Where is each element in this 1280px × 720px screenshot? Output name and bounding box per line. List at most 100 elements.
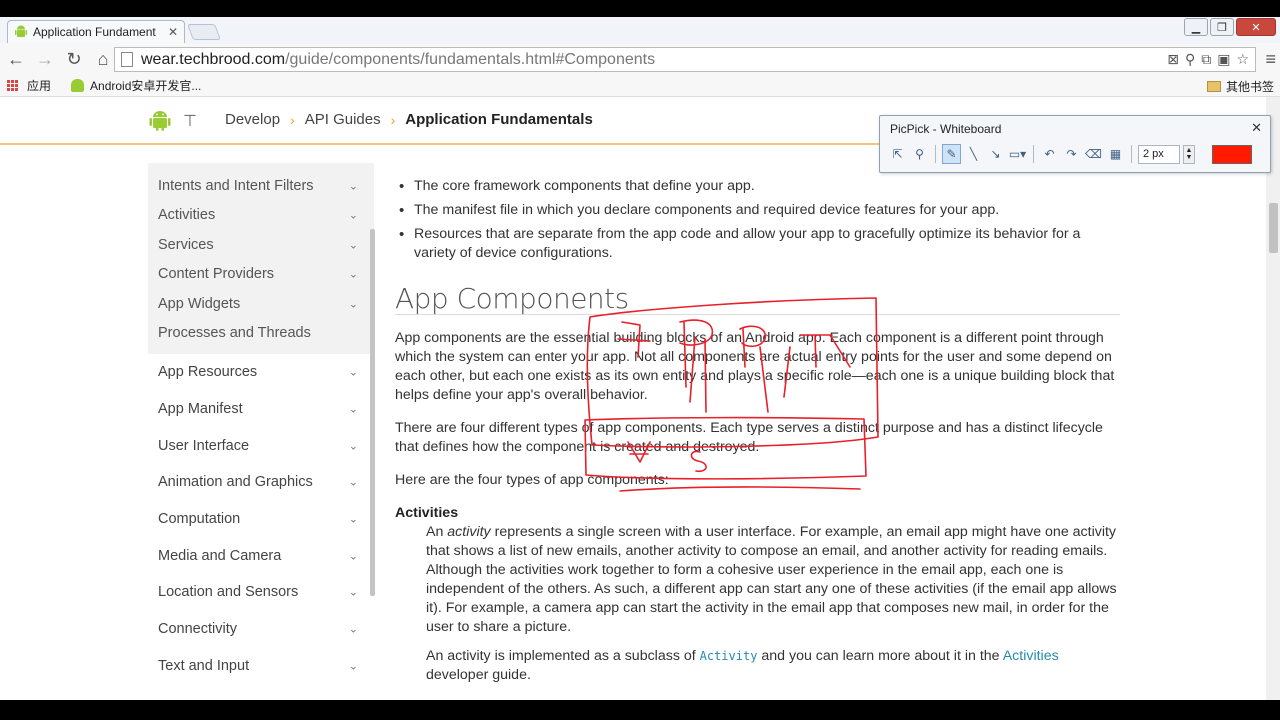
sidebar-item-content-providers[interactable]: Content Providers ⌄ — [148, 260, 374, 290]
forward-icon[interactable]: → — [32, 46, 58, 72]
star-icon[interactable]: ☆ — [1236, 51, 1249, 68]
sidebar-scrollbar[interactable] — [370, 229, 375, 596]
apps-grid-icon — [7, 79, 19, 92]
chevron-down-icon[interactable]: ⌄ — [349, 297, 358, 310]
nav-group-components: Intents and Intent Filters ⌄ Activities ⌄ … — [148, 163, 374, 354]
sidebar-item-location-sensors[interactable]: Location and Sensors ⌄ — [148, 574, 374, 611]
address-bar[interactable]: wear.techbrood.com/guide/components/fund… — [114, 47, 1256, 72]
chevron-down-icon[interactable]: ⌄ — [349, 439, 358, 452]
browser-toolbar: ← → ↻ ⌂ wear.techbrood.com/guide/compone… — [0, 43, 1280, 75]
sidebar-item-app-manifest[interactable]: App Manifest ⌄ — [148, 391, 374, 428]
chevron-down-icon[interactable]: ⌄ — [349, 659, 358, 672]
eraser-icon[interactable]: ⌫ — [1084, 144, 1103, 164]
page-scrollbar[interactable] — [1266, 97, 1280, 700]
line-width-spinner[interactable]: ▲ ▼ — [1183, 144, 1195, 164]
sidebar-item-media-camera[interactable]: Media and Camera ⌄ — [148, 537, 374, 574]
paragraph: An activity represents a single screen w… — [426, 523, 1120, 637]
sidebar-item-activities[interactable]: Activities ⌄ — [148, 201, 374, 231]
list-item: Resources that are separate from the app… — [395, 225, 1120, 263]
maximize-button[interactable]: ❐ — [1210, 18, 1234, 36]
chevron-down-icon[interactable]: ⌄ — [349, 623, 358, 636]
sidebar-item-processes-threads[interactable]: Processes and Threads — [148, 319, 374, 349]
other-bookmarks-label: 其他书签 — [1225, 80, 1274, 94]
separator — [935, 145, 936, 163]
sidebar-item-computation[interactable]: Computation ⌄ — [148, 501, 374, 538]
bookmark-android[interactable]: Android安卓开发官... — [71, 77, 201, 94]
sidebar-item-label: Connectivity — [158, 621, 237, 638]
rectangle-icon[interactable]: ▭▾ — [1008, 144, 1027, 164]
picpick-title: PicPick - Whiteboard — [890, 122, 1002, 136]
close-window-button[interactable]: ✕ — [1236, 18, 1276, 36]
redo-icon[interactable]: ↷ — [1062, 144, 1081, 164]
text-span: and you can learn more about it in the — [757, 648, 1003, 664]
chevron-down-icon[interactable]: ⌄ — [349, 513, 358, 526]
picpick-tools: ⇱ ⚲ ✎ ╲ ↘ ▭▾ ↶ ↷ ⌫ ▦ 2 px ▲ ▼ — [888, 144, 1252, 164]
blocked-icon[interactable]: ⊠ — [1167, 51, 1179, 68]
sidebar-item-label: App Manifest — [158, 401, 243, 418]
extension-icon[interactable]: ▣ — [1217, 51, 1230, 68]
tab-title: Application Fundament — [33, 25, 156, 39]
undo-icon[interactable]: ↶ — [1040, 144, 1059, 164]
chevron-down-icon[interactable]: ⌄ — [349, 403, 358, 416]
sidebar-item-app-resources[interactable]: App Resources ⌄ — [148, 354, 374, 391]
activities-guide-link[interactable]: Activities — [1003, 648, 1059, 664]
line-icon[interactable]: ╲ — [964, 144, 983, 164]
sidebar-item-connectivity[interactable]: Connectivity ⌄ — [148, 611, 374, 648]
color-swatch[interactable] — [1212, 144, 1252, 164]
chevron-down-icon[interactable]: ⌄ — [349, 476, 358, 489]
bookmark-apps[interactable]: 应用 — [7, 77, 51, 94]
sidebar-item-user-interface[interactable]: User Interface ⌄ — [148, 427, 374, 464]
chevron-down-icon[interactable]: ⌄ — [349, 586, 358, 599]
translate-icon[interactable]: ⧉ — [1201, 51, 1211, 68]
close-icon[interactable]: ✕ — [1251, 120, 1262, 136]
line-width-input[interactable]: 2 px — [1138, 144, 1180, 164]
sidebar-item-label: Intents and Intent Filters — [158, 177, 314, 194]
bookmark-label: 应用 — [27, 79, 52, 93]
breadcrumb-api-guides[interactable]: API Guides — [305, 111, 381, 128]
chevron-right-icon: › — [290, 111, 295, 128]
section-heading: App Components — [395, 285, 1120, 315]
sidebar-item-label: User Interface — [158, 437, 250, 454]
android-logo-icon[interactable] — [148, 108, 172, 132]
sidebar-item-services[interactable]: Services ⌄ — [148, 230, 374, 260]
paragraph: Here are the four types of app component… — [395, 472, 669, 488]
browser-tab[interactable]: Application Fundament ✕ — [7, 20, 185, 43]
sidebar-item-label: Activities — [158, 207, 216, 224]
chevron-down-icon[interactable]: ⌄ — [349, 238, 358, 251]
new-tab-button[interactable] — [187, 24, 221, 40]
minimize-button[interactable]: ▁ — [1184, 18, 1208, 36]
sidebar-item-text-input[interactable]: Text and Input ⌄ — [148, 648, 374, 685]
breadcrumb-current: Application Fundamentals — [405, 111, 593, 128]
breadcrumb-develop[interactable]: Develop — [225, 111, 280, 128]
other-bookmarks[interactable]: 其他书签 — [1206, 78, 1274, 95]
chevron-down-icon[interactable]: ⌄ — [349, 179, 358, 192]
clear-icon[interactable]: ▦ — [1106, 144, 1125, 164]
breadcrumb: Develop › API Guides › Application Funda… — [225, 111, 593, 128]
chevron-down-icon[interactable]: ⌄ — [349, 366, 358, 379]
search-icon[interactable]: ⚲ — [1185, 51, 1195, 68]
tab-close-icon[interactable]: ✕ — [168, 25, 178, 39]
home-icon[interactable]: ⌂ — [90, 46, 116, 72]
android-icon — [71, 79, 85, 92]
chevron-down-icon[interactable]: ⌄ — [349, 209, 358, 222]
activity-class-link[interactable]: Activity — [700, 649, 758, 663]
zoom-icon[interactable]: ⚲ — [910, 144, 929, 164]
sidebar-item-app-widgets[interactable]: App Widgets ⌄ — [148, 289, 374, 319]
side-navigation: Intents and Intent Filters ⌄ Activities ⌄ … — [148, 163, 374, 684]
menu-icon[interactable]: ≡ — [1265, 49, 1276, 70]
reload-icon[interactable]: ↻ — [61, 46, 87, 72]
emphasis-text: activity — [447, 524, 491, 540]
sidebar-item-intents[interactable]: Intents and Intent Filters ⌄ — [148, 171, 374, 201]
pointer-icon[interactable]: ⇱ — [888, 144, 907, 164]
pen-icon[interactable]: ✎ — [942, 144, 961, 164]
bookmark-label: Android安卓开发官... — [90, 79, 202, 93]
sidebar-item-animation-graphics[interactable]: Animation and Graphics ⌄ — [148, 464, 374, 501]
sidebar-item-label: Text and Input — [158, 657, 250, 674]
nav-toggle-icon[interactable]: ⊤ — [183, 111, 197, 131]
browser-window: Application Fundament ✕ ▁ ❐ ✕ ← → ↻ ⌂ we… — [0, 17, 1280, 700]
arrow-line-icon[interactable]: ↘ — [986, 144, 1005, 164]
chevron-down-icon[interactable]: ⌄ — [349, 268, 358, 281]
scrollbar-thumb[interactable] — [1269, 203, 1278, 253]
chevron-down-icon[interactable]: ⌄ — [349, 549, 358, 562]
back-icon[interactable]: ← — [3, 46, 29, 72]
